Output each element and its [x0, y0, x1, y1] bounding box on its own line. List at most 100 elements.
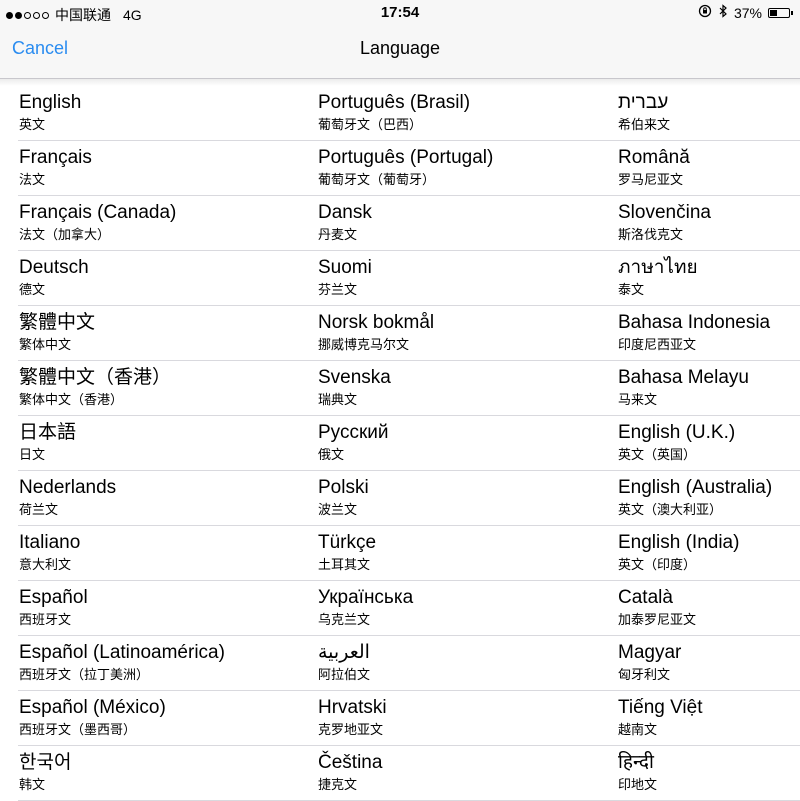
language-option[interactable]: Français 法文 [19, 147, 299, 188]
language-native-name: Español [19, 587, 88, 608]
language-option[interactable]: Español 西班牙文 [19, 587, 299, 628]
language-localized-name: 波兰文 [318, 502, 358, 517]
language-option[interactable]: 繁體中文 繁体中文 [19, 312, 299, 353]
language-localized-name: 罗马尼亚文 [618, 172, 684, 187]
status-right: 37% [698, 4, 793, 21]
language-localized-name: 英文 [19, 117, 46, 132]
language-localized-name: 泰文 [618, 282, 645, 297]
nav-bar: Cancel Language [0, 26, 800, 86]
language-localized-name: 葡萄牙文（巴西） [318, 117, 423, 132]
language-native-name: Română [618, 147, 690, 168]
language-localized-name: 芬兰文 [318, 282, 358, 297]
language-native-name: Deutsch [19, 257, 89, 278]
language-option[interactable]: Español (México) 西班牙文（墨西哥） [19, 697, 299, 738]
language-grid: English 英文 Português (Brasil) 葡萄牙文（巴西） עברית… [0, 86, 800, 801]
language-option[interactable]: Suomi 芬兰文 [318, 257, 598, 298]
language-localized-name: 加泰罗尼亚文 [618, 612, 697, 627]
language-option[interactable]: Dansk 丹麦文 [318, 202, 598, 243]
language-native-name: Bahasa Indonesia [618, 312, 771, 333]
language-option[interactable]: Bahasa Indonesia 印度尼西亚文 [618, 312, 800, 353]
language-native-name: English [19, 92, 82, 113]
language-localized-name: 韩文 [19, 777, 46, 792]
language-option[interactable]: Español (Latinoamérica) 西班牙文（拉丁美洲） [19, 642, 299, 683]
language-row: 繁體中文（香港） 繁体中文（香港） Svenska 瑞典文 Bahasa Melayu 马… [0, 361, 800, 416]
battery-icon [768, 7, 793, 18]
language-option[interactable]: العربية 阿拉伯文 [318, 642, 598, 683]
language-option[interactable]: עברית 希伯来文 [618, 92, 800, 133]
language-row: 日本語 日文 Русский 俄文 English (U.K.) 英文（英国） [0, 416, 800, 471]
language-option[interactable]: Italiano 意大利文 [19, 532, 299, 573]
language-option[interactable]: 日本語 日文 [19, 422, 299, 463]
language-row: Español (Latinoamérica) 西班牙文（拉丁美洲） العربية… [0, 636, 800, 691]
language-localized-name: 马来文 [618, 392, 658, 407]
language-option[interactable]: हिन्दी 印地文 [618, 752, 800, 793]
language-option[interactable]: Hrvatski 克罗地亚文 [318, 697, 598, 738]
language-localized-name: 葡萄牙文（葡萄牙） [318, 172, 436, 187]
language-option[interactable]: English 英文 [19, 92, 299, 133]
orientation-lock-icon [698, 4, 712, 21]
language-option[interactable]: Deutsch 德文 [19, 257, 299, 298]
language-native-name: English (India) [618, 532, 740, 553]
language-row: Français (Canada) 法文（加拿大） Dansk 丹麦文 Slovenči… [0, 196, 800, 251]
language-native-name: Hrvatski [318, 697, 387, 718]
language-option[interactable]: Nederlands 荷兰文 [19, 477, 299, 518]
language-native-name: English (U.K.) [618, 422, 736, 443]
language-option[interactable]: 繁體中文（香港） 繁体中文（香港） [19, 367, 299, 408]
language-native-name: Türkçe [318, 532, 377, 553]
language-option[interactable]: Tiếng Việt 越南文 [618, 697, 800, 738]
language-localized-name: 英文（印度） [618, 557, 697, 572]
language-native-name: Norsk bokmål [318, 312, 435, 333]
language-option[interactable]: Français (Canada) 法文（加拿大） [19, 202, 299, 243]
language-native-name: עברית [618, 92, 669, 113]
language-row: 한국어 韩文 Čeština 捷克文 हिन्दी 印地文 [0, 746, 800, 801]
language-row: Español 西班牙文 Українська 乌克兰文 Català 加泰罗尼亚文 [0, 581, 800, 636]
language-option[interactable]: Slovenčina 斯洛伐克文 [618, 202, 800, 243]
language-row: Español (México) 西班牙文（墨西哥） Hrvatski 克罗地亚文 Ti… [0, 691, 800, 746]
language-native-name: Português (Portugal) [318, 147, 494, 168]
language-localized-name: 匈牙利文 [618, 667, 671, 682]
bluetooth-icon [718, 4, 728, 21]
language-option[interactable]: Română 罗马尼亚文 [618, 147, 800, 188]
language-native-name: Bahasa Melayu [618, 367, 749, 388]
nav-shadow [0, 79, 800, 86]
language-option[interactable]: Čeština 捷克文 [318, 752, 598, 793]
language-option[interactable]: Català 加泰罗尼亚文 [618, 587, 800, 628]
language-option[interactable]: Svenska 瑞典文 [318, 367, 598, 408]
language-option[interactable]: Українська 乌克兰文 [318, 587, 598, 628]
language-native-name: Polski [318, 477, 369, 498]
language-localized-name: 英文（英国） [618, 447, 697, 462]
language-option[interactable]: Português (Brasil) 葡萄牙文（巴西） [318, 92, 598, 133]
language-native-name: العربية [318, 642, 370, 663]
language-localized-name: 印地文 [618, 777, 658, 792]
language-row: Français 法文 Português (Portugal) 葡萄牙文（葡萄牙） R… [0, 141, 800, 196]
language-option[interactable]: ภาษาไทย 泰文 [618, 257, 800, 298]
language-native-name: 한국어 [19, 752, 72, 773]
language-localized-name: 西班牙文（墨西哥） [19, 722, 137, 737]
language-option[interactable]: Русский 俄文 [318, 422, 598, 463]
language-native-name: Español (Latinoamérica) [19, 642, 225, 663]
language-localized-name: 丹麦文 [318, 227, 358, 242]
language-row: Deutsch 德文 Suomi 芬兰文 ภาษาไทย 泰文 [0, 251, 800, 306]
language-option[interactable]: 한국어 韩文 [19, 752, 299, 793]
language-option[interactable]: Norsk bokmål 挪威博克马尔文 [318, 312, 598, 353]
language-option[interactable]: Polski 波兰文 [318, 477, 598, 518]
language-native-name: Svenska [318, 367, 391, 388]
language-localized-name: 斯洛伐克文 [618, 227, 684, 242]
language-option[interactable]: Bahasa Melayu 马来文 [618, 367, 800, 408]
language-option[interactable]: Português (Portugal) 葡萄牙文（葡萄牙） [318, 147, 598, 188]
language-localized-name: 土耳其文 [318, 557, 371, 572]
language-localized-name: 俄文 [318, 447, 345, 462]
language-native-name: English (Australia) [618, 477, 773, 498]
language-option[interactable]: English (India) 英文（印度） [618, 532, 800, 573]
language-option[interactable]: Türkçe 土耳其文 [318, 532, 598, 573]
language-option[interactable]: English (Australia) 英文（澳大利亚） [618, 477, 800, 518]
page-title: Language [359, 38, 441, 58]
language-localized-name: 西班牙文（拉丁美洲） [19, 667, 150, 682]
language-localized-name: 意大利文 [19, 557, 72, 572]
language-option[interactable]: Magyar 匈牙利文 [618, 642, 800, 683]
language-localized-name: 越南文 [618, 722, 658, 737]
language-option[interactable]: English (U.K.) 英文（英国） [618, 422, 800, 463]
language-localized-name: 法文 [19, 172, 46, 187]
battery-percent: 37% [733, 4, 762, 21]
language-row: English 英文 Português (Brasil) 葡萄牙文（巴西） עברית… [0, 86, 800, 141]
